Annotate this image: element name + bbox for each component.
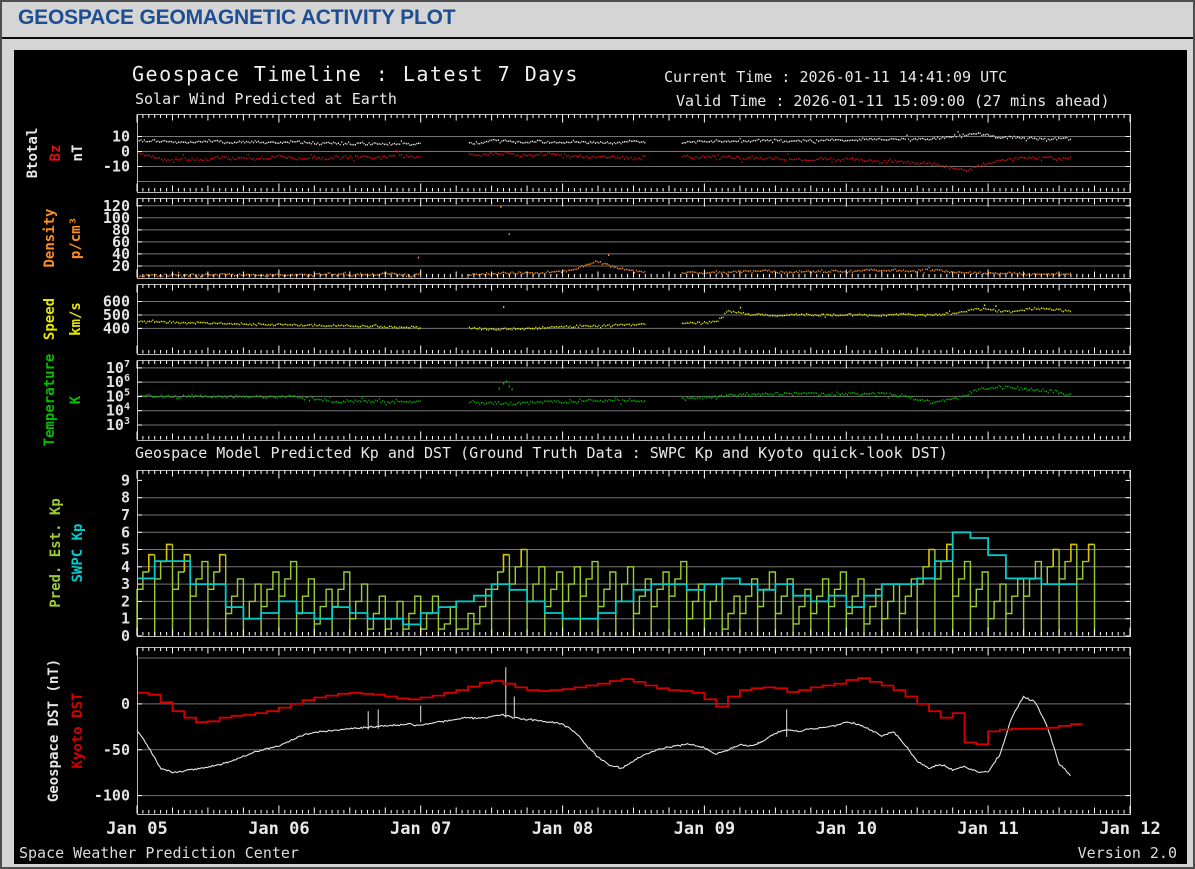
svg-text:8: 8 xyxy=(121,489,130,507)
svg-text:Bz: Bz xyxy=(48,145,64,162)
x-axis-label: Jan 12 xyxy=(1099,819,1160,839)
svg-text:1: 1 xyxy=(121,610,130,628)
svg-text:0: 0 xyxy=(121,695,130,713)
svg-text:0: 0 xyxy=(121,627,130,645)
svg-text:Pred. Est. Kp: Pred. Est. Kp xyxy=(48,498,64,608)
svg-text:km/s: km/s xyxy=(68,302,84,336)
svg-text:400: 400 xyxy=(103,319,130,337)
svg-text:Density: Density xyxy=(42,208,58,268)
footer-source: Space Weather Prediction Center xyxy=(19,843,299,862)
svg-text:20: 20 xyxy=(112,257,130,275)
title-divider xyxy=(2,37,1193,39)
current-time-text: Current Time : 2026-01-11 14:41:09 UTC xyxy=(664,68,1008,86)
x-axis-label: Jan 10 xyxy=(816,819,877,839)
x-axis-label: Jan 11 xyxy=(957,819,1018,839)
svg-text:5: 5 xyxy=(121,541,130,559)
x-axis-label: Jan 09 xyxy=(674,819,735,839)
svg-text:103: 103 xyxy=(106,416,130,434)
svg-text:9: 9 xyxy=(121,471,130,489)
plot-subtitle: Solar Wind Predicted at Earth xyxy=(135,90,397,108)
x-axis-label: Jan 07 xyxy=(390,819,451,839)
svg-text:-50: -50 xyxy=(103,741,130,759)
svg-text:K: K xyxy=(68,395,84,404)
svg-text:Kyoto DST: Kyoto DST xyxy=(70,693,86,769)
svg-text:-10: -10 xyxy=(103,158,130,176)
svg-text:4: 4 xyxy=(121,558,130,576)
svg-text:-100: -100 xyxy=(94,787,130,805)
plot-title: Geospace Timeline : Latest 7 Days xyxy=(132,62,579,86)
window-title: GEOSPACE GEOMAGNETIC ACTIVITY PLOT xyxy=(18,6,456,29)
svg-text:nT: nT xyxy=(70,145,86,162)
svg-text:7: 7 xyxy=(121,506,130,524)
svg-text:p/cm³: p/cm³ xyxy=(68,217,84,259)
svg-text:Btotal: Btotal xyxy=(25,128,41,179)
valid-time-text: Valid Time : 2026-01-11 15:09:00 (27 min… xyxy=(676,92,1110,110)
svg-text:SWPC Kp: SWPC Kp xyxy=(70,523,86,582)
geospace-activity-window: GEOSPACE GEOMAGNETIC ACTIVITY PLOT 10 0 -1… xyxy=(0,0,1195,869)
svg-text:2: 2 xyxy=(121,592,130,610)
kp-section-title: Geospace Model Predicted Kp and DST (Gro… xyxy=(135,444,948,462)
svg-text:6: 6 xyxy=(121,523,130,541)
svg-text:3: 3 xyxy=(121,575,130,593)
x-axis-label: Jan 06 xyxy=(248,819,309,839)
geospace-plot-area: 10 0 -10 Btotal Bz nT 120 100 80 60 40 20 Density p/c… xyxy=(14,50,1187,864)
svg-text:Geospace DST (nT): Geospace DST (nT) xyxy=(46,659,62,802)
svg-text:Temperature: Temperature xyxy=(42,354,58,447)
footer-version: Version 2.0 xyxy=(1077,843,1177,862)
x-axis-label: Jan 08 xyxy=(532,819,593,839)
svg-text:Speed: Speed xyxy=(42,298,58,340)
x-axis-label: Jan 05 xyxy=(106,819,167,839)
